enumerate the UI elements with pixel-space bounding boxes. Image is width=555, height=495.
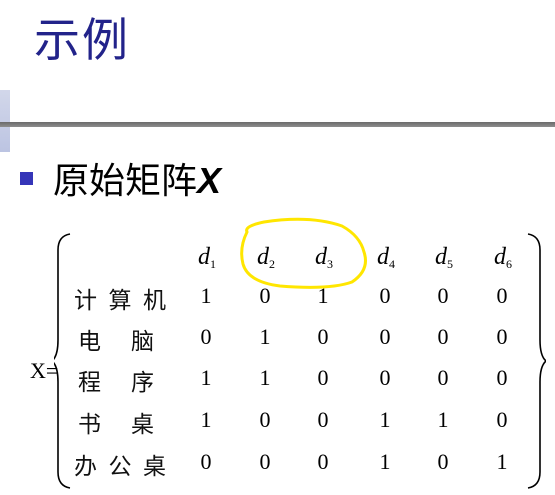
row-label-char: 机 [143,288,166,314]
column-header-d6: d6 [494,244,512,272]
column-header-letter: d [377,244,389,270]
matrix-cell: 0 [259,449,271,474]
column-header-d4: d4 [377,244,395,272]
row-label-char: 程 [78,370,101,396]
bullet-marker [20,171,33,185]
bullet-item: 原始矩阵X [20,150,221,206]
row-label-char: 序 [131,370,154,396]
row-label-char: 桌 [131,412,154,438]
matrix-cell: 1 [259,365,271,390]
row-label: 程序 [78,363,154,397]
matrix-cell: 0 [437,283,449,308]
column-header-index: 4 [389,257,395,271]
row-label-char: 电 [78,329,101,355]
matrix-cell: 0 [379,324,391,349]
matrix-cell: 0 [317,449,329,474]
matrix-cell: 0 [496,365,508,390]
matrix-cell: 0 [379,365,391,390]
matrix-cell: 0 [317,324,329,349]
column-header-letter: d [315,244,327,270]
matrix-cell: 0 [496,407,508,432]
matrix-cell: 0 [437,324,449,349]
matrix-cell: 0 [496,324,508,349]
row-label-char: 算 [108,288,132,314]
bullet-text: 原始矩阵 [53,161,198,202]
column-header-index: 3 [327,257,333,271]
column-header-letter: d [198,244,210,270]
column-header-d2: d2 [257,244,275,272]
matrix-cell: 1 [496,449,508,474]
matrix-cell: 1 [200,407,212,432]
matrix-cell: 0 [437,365,449,390]
matrix-left-paren [54,233,71,489]
matrix-cell: 0 [259,283,271,308]
matrix-cell: 0 [379,283,391,308]
column-header-letter: d [257,244,269,270]
row-label: 办公桌 [74,447,166,481]
row-label: 书桌 [78,405,154,439]
row-label-char: 脑 [131,329,154,355]
matrix-cell: 0 [259,407,271,432]
matrix-cell: 1 [379,407,391,432]
matrix-cell: 0 [317,407,329,432]
matrix-cell: 0 [437,449,449,474]
matrix-cell: 1 [200,283,212,308]
matrix-cell: 1 [259,324,271,349]
column-header-index: 1 [210,257,216,271]
matrix-cell: 1 [437,407,449,432]
title-divider [0,122,555,127]
column-header-index: 5 [447,257,453,271]
row-label: 电脑 [78,322,154,356]
title-accent-bar [0,90,10,152]
column-header-letter: d [435,244,447,270]
row-label-char: 计 [74,288,97,314]
column-header-d5: d5 [435,244,453,272]
matrix-cell: 0 [200,324,212,349]
row-label-char: 书 [78,412,101,438]
matrix-right-paren [527,233,546,489]
matrix-cell: 0 [496,283,508,308]
row-label-char: 办 [74,454,97,480]
column-header-d1: d1 [198,244,216,272]
matrix-cell: 1 [200,365,212,390]
row-label-char: 桌 [143,454,166,480]
matrix-cell: 0 [200,449,212,474]
row-label-char: 公 [108,454,132,480]
column-header-d3: d3 [315,244,333,272]
bullet-variable: X [197,160,222,201]
row-label: 计算机 [74,281,166,315]
column-header-index: 6 [506,257,512,271]
matrix-cell: 1 [317,283,329,308]
column-header-index: 2 [269,257,275,271]
slide-title: 示例 [34,13,130,67]
column-header-letter: d [494,244,506,270]
matrix-cell: 1 [379,449,391,474]
matrix-cell: 0 [317,365,329,390]
